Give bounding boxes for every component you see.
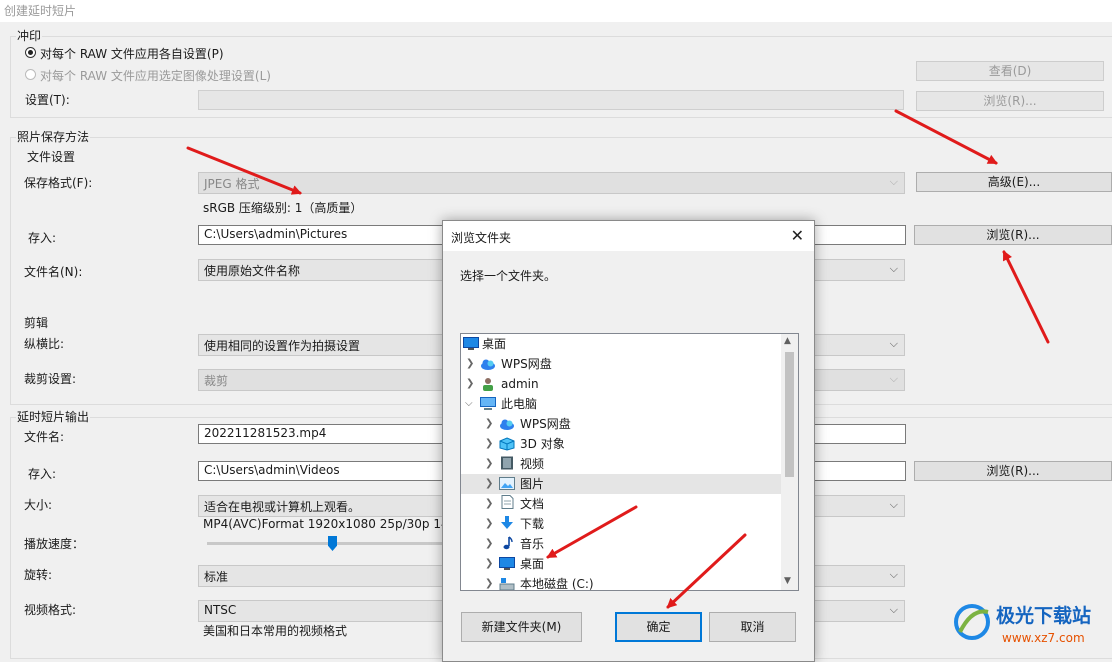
watermark-brand: 极光下载站 (996, 604, 1091, 627)
arrow-to-desktop-item (546, 505, 638, 559)
watermark-logo: 极光下载站 www.xz7.com (954, 604, 1091, 645)
arrow-to-advanced-button (894, 109, 998, 165)
watermark-url: www.xz7.com (1002, 631, 1085, 645)
arrow-to-ok-button (666, 533, 747, 609)
arrow-to-format-note (186, 146, 302, 195)
annotation-arrows (186, 109, 1050, 609)
arrow-to-browse-button (1002, 250, 1050, 344)
